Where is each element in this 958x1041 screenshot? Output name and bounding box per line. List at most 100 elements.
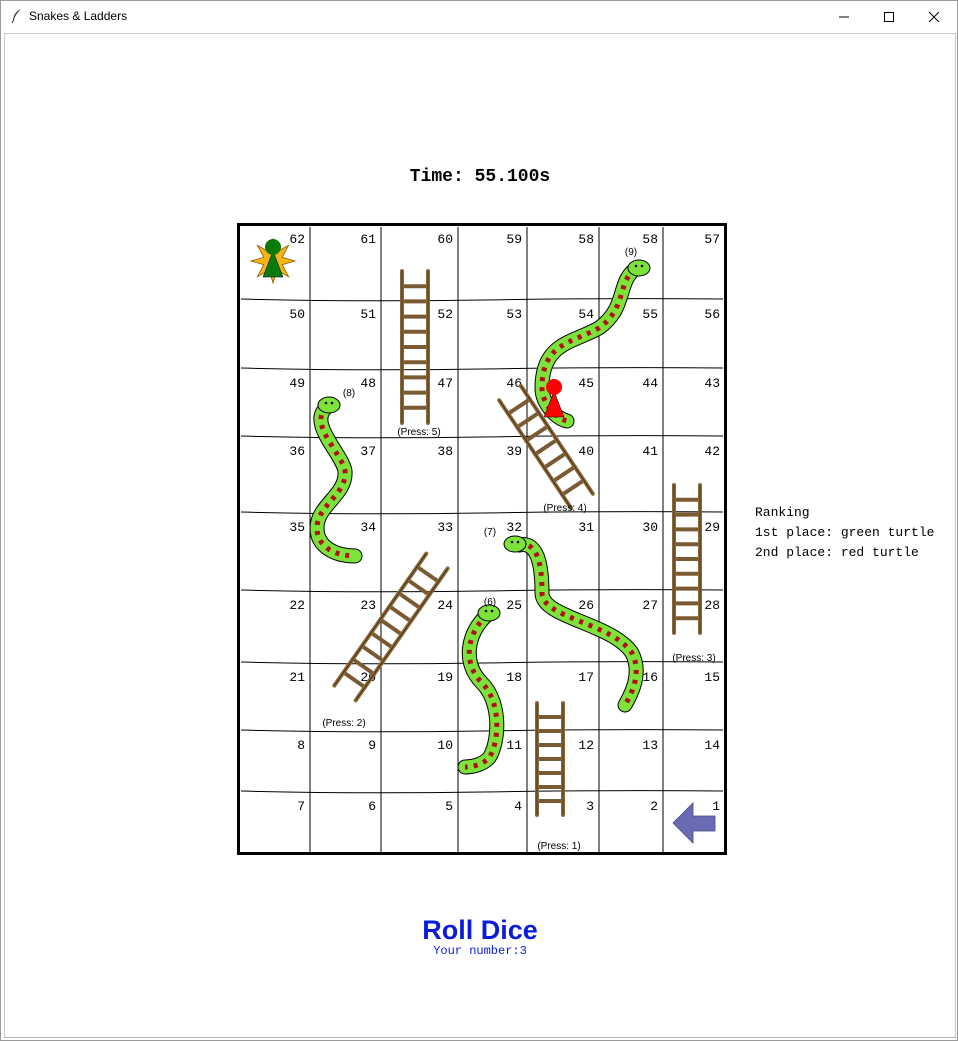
ladder-label: (Press: 5) [397,427,440,438]
roll-dice-button[interactable]: Roll Dice [1,915,958,946]
green-player-token [249,237,297,285]
app-window: Snakes & Ladders Time: 55.100s 62 61 60 59 5… [0,0,958,1041]
square-number: 14 [704,738,720,753]
square-number: 25 [506,598,522,613]
square-number: 3 [586,799,594,814]
snake-head [503,535,527,553]
square-number: 50 [289,307,305,322]
square-number: 22 [289,598,305,613]
snake-eye [516,540,520,544]
square-number: 34 [360,520,376,535]
snake-eye [490,609,494,613]
square-number: 58 [642,232,658,247]
square-number: 53 [506,307,522,322]
snake-eye [510,540,514,544]
square-number: 40 [578,444,594,459]
ladder-label: (Press: 3) [672,653,715,664]
square-number: 60 [437,232,453,247]
snake-label: (6) [484,597,496,608]
square-number: 15 [704,670,720,685]
square-number: 4 [514,799,522,814]
bottom-border [4,1037,956,1038]
square-number: 59 [506,232,522,247]
square-number: 32 [506,520,522,535]
square-number: 47 [437,376,453,391]
ladder-label: (Press: 4) [543,503,586,514]
square-number: 7 [297,799,305,814]
ranking-panel: Ranking 1st place: green turtle 2nd plac… [755,503,934,563]
square-number: 55 [642,307,658,322]
square-number: 42 [704,444,720,459]
pawn-head [546,379,562,395]
square-number: 41 [642,444,658,459]
window-title: Snakes & Ladders [29,9,128,23]
close-button[interactable] [911,1,957,32]
snake-eye [634,264,638,268]
square-number: 52 [437,307,453,322]
square-number: 23 [360,598,376,613]
square-number: 1 [712,799,720,814]
square-number: 43 [704,376,720,391]
snake-eye [640,264,644,268]
square-number: 13 [642,738,658,753]
game-board: 62 61 60 59 58 58 57 50 51 52 53 54 55 56 49 48 47 46 45 44… [237,223,727,856]
square-number: 19 [437,670,453,685]
board-svg: 62 61 60 59 58 58 5750 51 52 53 54 55 5649 48 47 46 45 44… [237,223,727,855]
snake-head [317,396,341,414]
square-number: 29 [704,520,720,535]
square-number: 10 [437,738,453,753]
pawn-head [265,239,281,255]
maximize-icon [884,11,894,22]
square-number: 16 [642,670,658,685]
snake-label: (9) [625,247,637,258]
close-icon [928,11,940,22]
ranking-heading: Ranking [755,505,810,520]
square-number: 58 [578,232,594,247]
title-bar: Snakes & Ladders [1,1,957,32]
square-number: 49 [289,376,305,391]
square-number: 5 [445,799,453,814]
snake-eye [484,609,488,613]
square-number: 33 [437,520,453,535]
square-number: 31 [578,520,594,535]
square-number: 9 [368,738,376,753]
ladder-label: (Press: 1) [537,841,580,852]
square-number: 24 [437,598,453,613]
square-number: 37 [360,444,376,459]
square-number: 28 [704,598,720,613]
ranking-first-place: 1st place: green turtle [755,525,935,540]
your-number-text: Your number:3 [433,944,527,958]
maximize-button[interactable] [866,1,912,32]
square-number: 56 [704,307,720,322]
square-number: 61 [360,232,376,247]
timer-display: Time: 55.100s [409,167,551,187]
snake-eye [324,401,328,405]
square-number: 26 [578,598,594,613]
square-number: 51 [360,307,376,322]
square-number: 2 [650,799,658,814]
square-number: 6 [368,799,376,814]
ranking-second-place: 2nd place: red turtle [755,545,919,560]
square-number: 17 [578,670,594,685]
snake-eye [330,401,334,405]
square-number: 45 [578,376,594,391]
minimize-icon [839,16,849,17]
snake-head [627,259,651,277]
square-number: 35 [289,520,305,535]
square-number: 39 [506,444,522,459]
square-number: 12 [578,738,594,753]
square-number: 8 [297,738,305,753]
feather-icon [11,9,21,24]
square-number: 57 [704,232,720,247]
square-number: 48 [360,376,376,391]
square-number: 62 [289,232,305,247]
minimize-button[interactable] [821,1,867,32]
square-number: 46 [506,376,522,391]
square-number: 54 [578,307,594,322]
square-number: 18 [506,670,522,685]
square-number: 36 [289,444,305,459]
square-number: 44 [642,376,658,391]
snake-label: (8) [343,388,355,399]
square-number: 30 [642,520,658,535]
ladder-label: (Press: 2) [322,718,365,729]
